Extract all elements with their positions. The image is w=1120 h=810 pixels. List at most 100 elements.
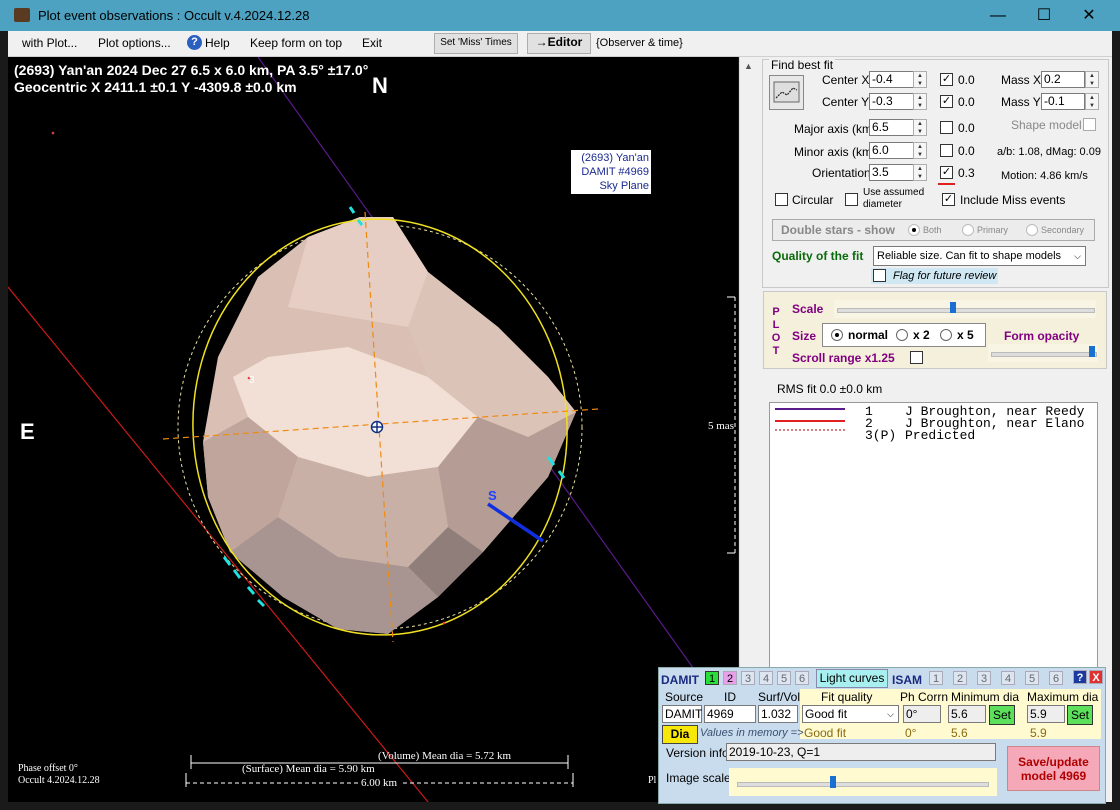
minor-axis-label: Minor axis (km) — [794, 145, 877, 159]
plot-canvas[interactable]: (2693) Yan'an 2024 Dec 27 6.5 x 6.0 km, … — [8, 57, 738, 802]
scale-slider[interactable] — [834, 300, 1096, 318]
center-y-input[interactable]: -0.3 — [869, 93, 914, 110]
editor-button[interactable]: →Editor — [527, 33, 591, 54]
help-icon[interactable]: ? — [187, 35, 202, 50]
flag-review-checkbox[interactable] — [873, 269, 886, 282]
major-axis-input[interactable]: 6.5 — [869, 119, 914, 136]
set-max-dia-button[interactable]: Set — [1067, 705, 1093, 725]
both-radio[interactable] — [908, 224, 920, 236]
damit-model-1[interactable]: 1 — [705, 671, 719, 685]
size-normal-radio[interactable] — [831, 329, 843, 341]
legend-num-3: 3(P) — [865, 428, 897, 443]
surf-vol-field[interactable]: 1.032 — [758, 705, 798, 723]
ph-corr-field[interactable]: 0° — [903, 705, 941, 723]
flag-review-row[interactable]: Flag for future review — [871, 268, 998, 284]
close-panel-button[interactable]: X — [1089, 670, 1103, 684]
mass-y-input[interactable]: -0.1 — [1041, 93, 1085, 110]
version-info-field[interactable]: 2019-10-23, Q=1 — [726, 743, 996, 761]
center-x-fixed-value: 0.0 — [958, 73, 975, 87]
form-opacity-label: Form opacity — [1004, 329, 1080, 343]
use-assumed-checkbox[interactable] — [845, 193, 858, 206]
chevron-down-icon[interactable]: ⌵ — [887, 706, 894, 722]
size-x5-radio[interactable] — [940, 329, 952, 341]
plot-header-line2: Geocentric X 2411.1 ±0.1 Y -4309.8 ±0.0 … — [14, 79, 297, 95]
isam-model-4[interactable]: 4 — [1001, 671, 1015, 685]
chevron-down-icon[interactable]: ⌵ — [1074, 247, 1081, 265]
scroll-range-checkbox[interactable] — [910, 351, 923, 364]
center-x-spinner[interactable]: ▲ ▼ — [913, 71, 927, 88]
damit-model-2[interactable]: 2 — [723, 671, 737, 685]
help-button[interactable]: ? — [1073, 670, 1087, 684]
best-fit-button[interactable] — [769, 75, 804, 110]
close-button[interactable]: ✕ — [1066, 0, 1112, 31]
isam-model-5[interactable]: 5 — [1025, 671, 1039, 685]
min-dia-field[interactable]: 5.6 — [948, 705, 986, 723]
ab-dmag-label: a/b: 1.08, dMag: 0.09 — [997, 146, 1101, 158]
dia-button[interactable]: Dia — [662, 725, 698, 744]
version-info-label: Version info — [666, 746, 729, 760]
minor-axis-fix-checkbox[interactable] — [940, 144, 953, 157]
quality-select[interactable]: Reliable size. Can fit to shape models ⌵ — [873, 246, 1086, 266]
values-in-memory-label: Values in memory => — [700, 727, 804, 739]
observer-time-label[interactable]: {Observer & time} — [596, 37, 683, 49]
circular-checkbox[interactable] — [775, 193, 788, 206]
menu-with-plot[interactable]: with Plot... — [22, 36, 77, 50]
image-scale-thumb[interactable] — [829, 776, 836, 788]
opacity-slider-thumb[interactable] — [1089, 346, 1095, 357]
minor-axis-spinner[interactable]: ▲ ▼ — [913, 142, 927, 159]
min-dia-header: Minimum dia — [951, 690, 1020, 704]
max-dia-header: Maximum dia — [1027, 690, 1099, 704]
menu-bar: with Plot... Plot options... ? Help Keep… — [8, 31, 1112, 57]
save-update-model-button[interactable]: Save/update model 4969 — [1007, 746, 1100, 791]
primary-radio[interactable] — [962, 224, 974, 236]
set-min-dia-button[interactable]: Set — [989, 705, 1015, 725]
isam-model-6[interactable]: 6 — [1049, 671, 1063, 685]
damit-model-3[interactable]: 3 — [741, 671, 755, 685]
set-miss-times-button[interactable]: Set 'Miss' Times — [434, 33, 518, 54]
mass-x-input[interactable]: 0.2 — [1041, 71, 1085, 88]
east-label: E — [20, 419, 35, 444]
damit-model-6[interactable]: 6 — [795, 671, 809, 685]
legend-text-3: Predicted — [905, 428, 976, 443]
mass-x-spinner[interactable]: ▲ ▼ — [1085, 71, 1099, 88]
minor-axis-input[interactable]: 6.0 — [869, 142, 914, 159]
center-y-spinner[interactable]: ▲ ▼ — [913, 93, 927, 110]
shape-model-checkbox[interactable] — [1083, 118, 1096, 131]
orientation-fix-checkbox[interactable]: ✓ — [940, 166, 953, 179]
source-field[interactable]: DAMIT — [662, 705, 702, 723]
damit-model-4[interactable]: 4 — [759, 671, 773, 685]
isam-model-1[interactable]: 1 — [929, 671, 943, 685]
menu-keep-on-top[interactable]: Keep form on top — [250, 36, 342, 50]
fit-quality-select[interactable]: Good fit ⌵ — [802, 705, 899, 723]
center-y-fix-checkbox[interactable]: ✓ — [940, 95, 953, 108]
menu-help[interactable]: Help — [205, 36, 230, 50]
size-x2-radio[interactable] — [896, 329, 908, 341]
center-x-input[interactable]: -0.4 — [869, 71, 914, 88]
menu-exit[interactable]: Exit — [362, 36, 382, 50]
quality-label: Quality of the fit — [772, 249, 864, 263]
maximize-button[interactable]: ☐ — [1021, 0, 1067, 31]
isam-model-3[interactable]: 3 — [977, 671, 991, 685]
fit-quality-header: Fit quality — [821, 690, 873, 704]
mass-y-spinner[interactable]: ▲ ▼ — [1085, 93, 1099, 110]
scroll-up-icon[interactable]: ▲ — [744, 61, 753, 71]
memory-min-dia: 5.6 — [951, 726, 968, 740]
minimize-button[interactable]: — — [975, 0, 1021, 31]
menu-plot-options[interactable]: Plot options... — [98, 36, 171, 50]
id-field[interactable]: 4969 — [704, 705, 756, 723]
image-scale-slider[interactable] — [729, 768, 997, 796]
max-dia-field[interactable]: 5.9 — [1027, 705, 1065, 723]
isam-model-2[interactable]: 2 — [953, 671, 967, 685]
orientation-spinner[interactable]: ▲ ▼ — [913, 164, 927, 181]
light-curves-button[interactable]: Light curves — [816, 669, 888, 688]
orientation-input[interactable]: 3.5 — [869, 164, 914, 181]
opacity-slider[interactable] — [988, 344, 1098, 362]
major-axis-spinner[interactable]: ▲ ▼ — [913, 119, 927, 136]
center-x-fix-checkbox[interactable]: ✓ — [940, 73, 953, 86]
scale-slider-thumb[interactable] — [949, 302, 956, 313]
major-axis-label: Major axis (km) — [794, 122, 877, 136]
damit-model-5[interactable]: 5 — [777, 671, 791, 685]
secondary-radio[interactable] — [1026, 224, 1038, 236]
major-axis-fix-checkbox[interactable] — [940, 121, 953, 134]
include-miss-checkbox[interactable]: ✓ — [942, 193, 955, 206]
